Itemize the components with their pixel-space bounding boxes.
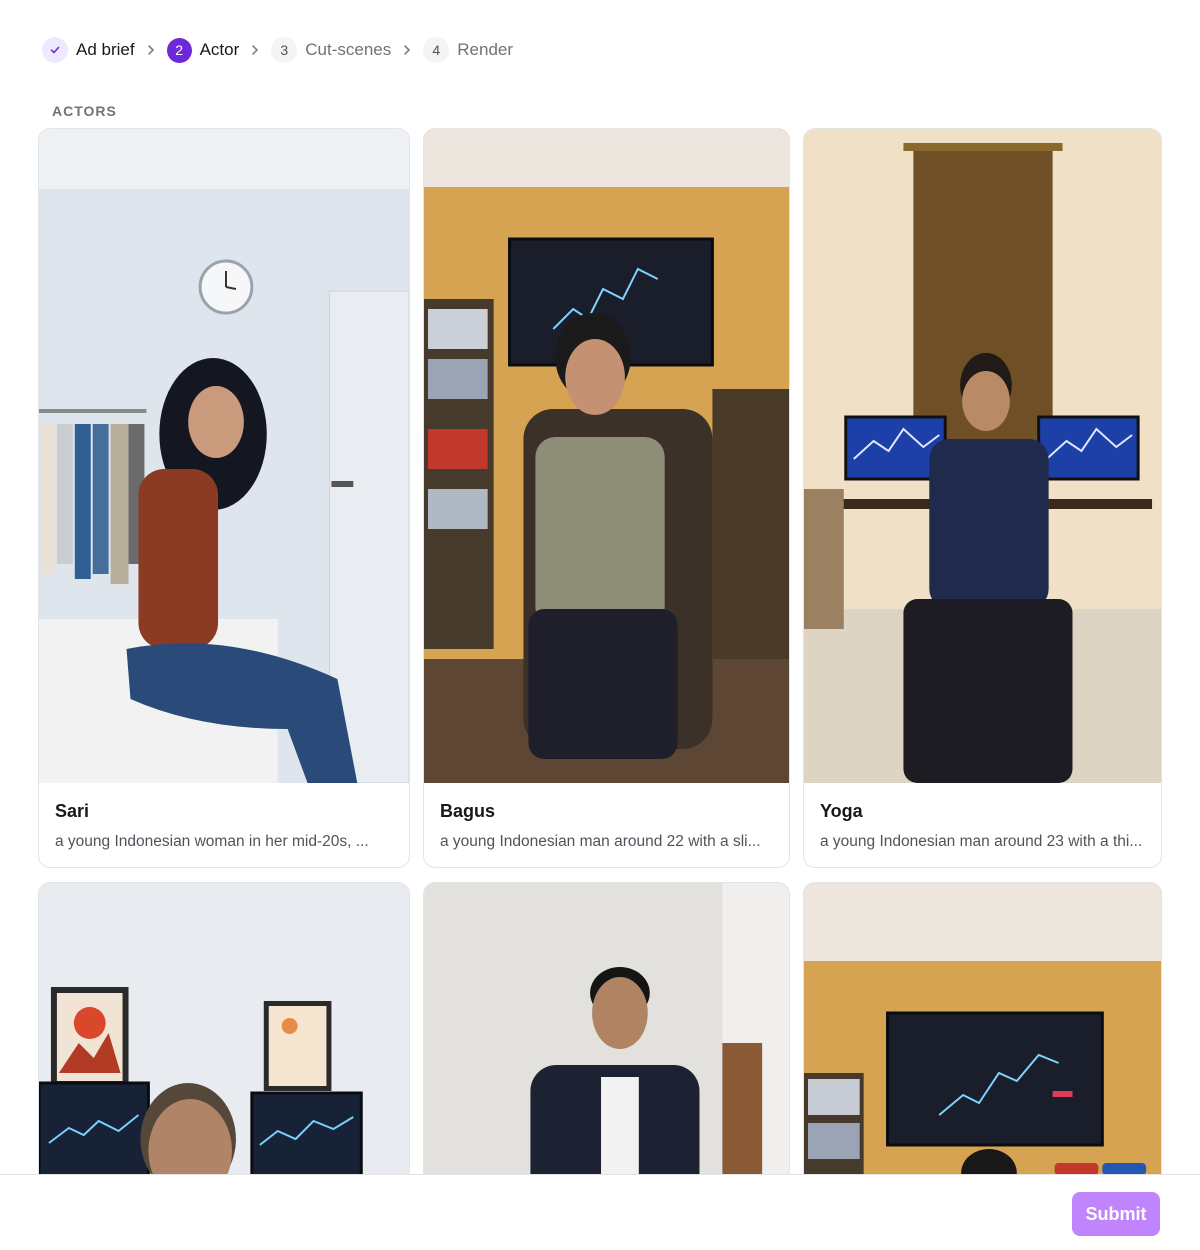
step-label: Actor [199,40,240,59]
step-ad-brief[interactable]: Ad brief [42,37,135,63]
actor-name: Yoga [820,801,863,821]
check-icon [42,37,68,63]
actor-photo [424,129,789,783]
section-title: ACTORS [52,103,117,119]
chevron-right-icon [251,44,259,56]
step-number: 2 [166,37,192,63]
actor-photo [39,129,409,783]
chevron-right-icon [147,44,155,56]
actor-card[interactable]: Sari a young Indonesian woman in her mid… [38,128,410,868]
actor-description: a young Indonesian man around 22 with a … [440,833,761,850]
actor-description: a young Indonesian man around 23 with a … [820,833,1143,850]
actor-card[interactable]: Yoga a young Indonesian man around 23 wi… [803,128,1162,868]
step-number: 3 [271,37,298,63]
page: Ad brief 2 Actor 3 Cut-scenes 4 Render A… [0,0,1200,1250]
actor-card[interactable]: Bagus a young Indonesian man around 22 w… [423,128,790,868]
step-label: Cut-scenes [305,40,392,59]
step-cut-scenes[interactable]: 3 Cut-scenes [271,37,391,63]
actor-photo [804,129,1161,783]
step-label: Ad brief [76,40,135,59]
actor-name: Bagus [440,801,496,821]
step-render[interactable]: 4 Render [423,37,513,63]
step-label: Render [457,40,514,59]
actor-description: a young Indonesian woman in her mid-20s,… [55,833,369,850]
submit-button[interactable]: Submit [1072,1192,1160,1236]
stepper: Ad brief 2 Actor 3 Cut-scenes 4 Render [42,36,513,64]
action-bar [0,1174,1200,1250]
step-number: 4 [423,37,450,63]
actor-name: Sari [55,801,90,821]
step-actor[interactable]: 2 Actor [166,37,240,63]
chevron-right-icon [403,44,411,56]
